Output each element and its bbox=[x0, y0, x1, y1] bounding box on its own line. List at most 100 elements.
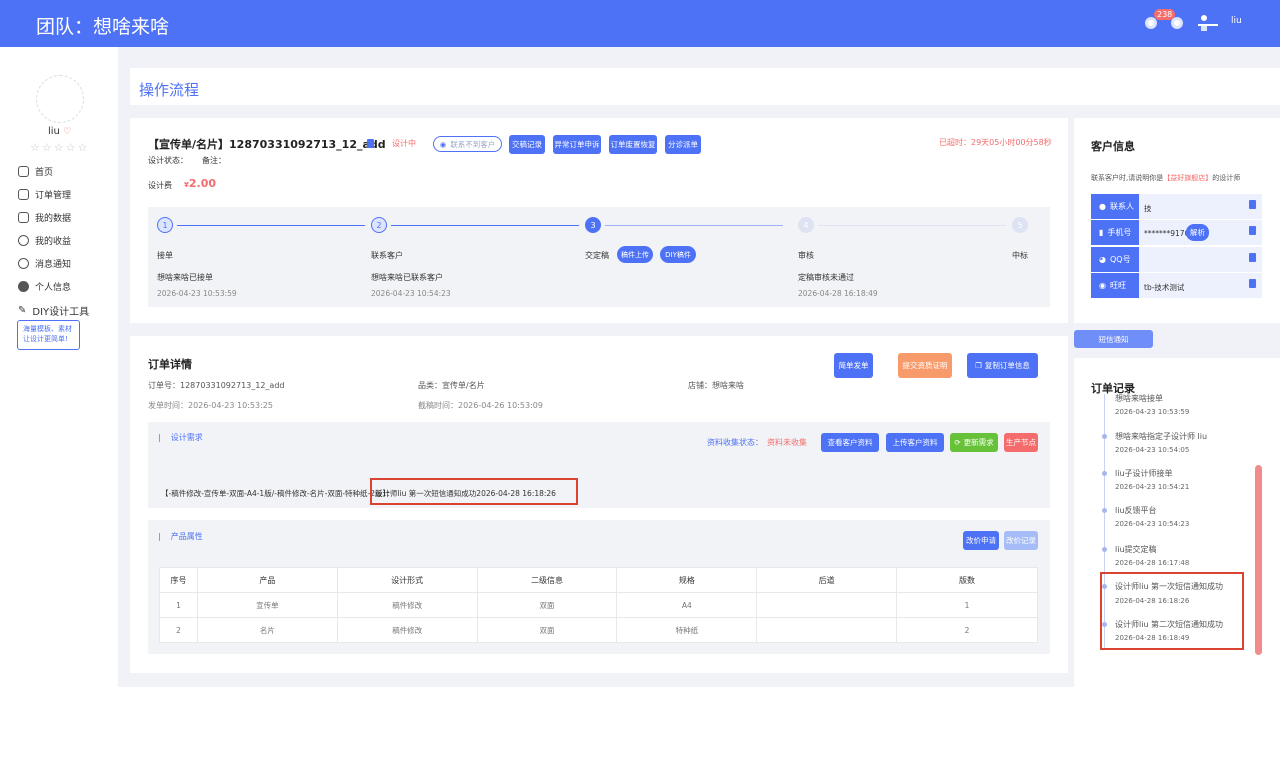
dispatch-button[interactable]: 分诊派单 bbox=[665, 135, 701, 154]
copy-doc-icon[interactable] bbox=[1249, 226, 1256, 235]
header-username[interactable]: liu bbox=[1231, 16, 1242, 26]
table-row: 2 名片 稿件修改 双面 特种纸 2 bbox=[159, 617, 1038, 643]
record-item: liu子设计师接单 bbox=[1115, 469, 1173, 478]
customer-info-title: 客户信息 bbox=[1091, 140, 1135, 153]
wangwang-value: tb-技术测试 bbox=[1144, 283, 1185, 292]
contact-fail-button[interactable]: ◉ 联系不到客户 bbox=[433, 136, 502, 152]
copy-doc-icon[interactable] bbox=[367, 139, 374, 148]
order-detail-title: 订单详情 bbox=[148, 358, 192, 371]
sidebar-item-orders[interactable]: 订单管理 bbox=[18, 188, 71, 201]
page-title: 操作流程 bbox=[139, 81, 200, 99]
step-1-name: 接单 bbox=[157, 251, 173, 260]
timeline-dot bbox=[1102, 434, 1107, 439]
step-1-circle: 1 bbox=[157, 217, 173, 233]
record-time: 2026-04-28 16:17:48 bbox=[1115, 559, 1190, 567]
sidebar-item-messages[interactable]: 消息通知 bbox=[18, 257, 71, 270]
sidebar-item-data[interactable]: 我的数据 bbox=[18, 211, 71, 224]
user-avatar-icon[interactable] bbox=[1196, 12, 1220, 32]
product-attr-title: | 产品属性 bbox=[158, 532, 203, 541]
diy-draft-button[interactable]: DIY稿件 bbox=[660, 246, 696, 263]
top-header: 团队：想啥来啥 238 liu bbox=[0, 0, 1280, 47]
avatar[interactable] bbox=[36, 75, 84, 123]
copy-doc-icon[interactable] bbox=[1249, 279, 1256, 288]
sidebar-item-diy[interactable]: ✎ DIY设计工具 bbox=[18, 303, 89, 318]
order-restore-button[interactable]: 订单废置恢复 bbox=[609, 135, 657, 154]
timeline-dot bbox=[1102, 547, 1107, 552]
step-line bbox=[177, 225, 365, 226]
step-4-name: 审核 bbox=[798, 251, 814, 260]
copy-order-info-button[interactable]: ❐ 复制订单信息 bbox=[967, 353, 1038, 378]
detail-deadline: 截稿时间：2026-04-26 10:53:09 bbox=[418, 401, 543, 410]
upload-draft-button[interactable]: 稿件上传 bbox=[617, 246, 653, 263]
sidebar-item-income[interactable]: 我的收益 bbox=[18, 234, 71, 247]
collect-status-label: 资料收集状态： bbox=[707, 438, 763, 447]
sidebar-item-home[interactable]: 首页 bbox=[18, 165, 53, 178]
diy-tip-box[interactable]: 海量模板、素材让设计更简单! bbox=[17, 320, 80, 350]
upload-customer-data-button[interactable]: 上传客户资料 bbox=[886, 433, 944, 452]
step-3-circle: 3 bbox=[585, 217, 601, 233]
step-line bbox=[391, 225, 579, 226]
order-icon bbox=[18, 189, 29, 200]
contact-value: 技 bbox=[1144, 204, 1152, 213]
record-item: liu提交定稿 bbox=[1115, 545, 1157, 554]
step-2-name: 联系客户 bbox=[371, 251, 403, 260]
monitor-icon bbox=[18, 212, 29, 223]
refresh-icon: ⟳ bbox=[954, 438, 961, 447]
design-req-content: 【-稿件修改-宣传单-双面-A4-1版/-稿件修改-名片-双面-特种纸-2版】： bbox=[161, 489, 394, 498]
detail-post-time: 发单时间：2026-04-23 10:53:25 bbox=[148, 401, 273, 410]
order-heading: 【宣传单/名片】12870331092713_12_add bbox=[148, 138, 386, 151]
wangwang-icon: ◉ bbox=[1099, 281, 1106, 290]
step-2-time: 2026-04-23 10:54:23 bbox=[371, 289, 451, 298]
design-status-label: 设计状态： bbox=[148, 156, 188, 165]
records-highlight-box bbox=[1100, 572, 1244, 650]
sidebar-item-profile[interactable]: 个人信息 bbox=[18, 280, 71, 293]
decode-phone-button[interactable]: 解析 bbox=[1186, 224, 1209, 241]
person-icon: ● bbox=[1099, 202, 1106, 211]
phone-label: ▮ 手机号 bbox=[1091, 220, 1139, 245]
step-5-name: 中标 bbox=[1012, 251, 1028, 260]
copy-doc-icon[interactable] bbox=[1249, 200, 1256, 209]
step-1-time: 2026-04-23 10:53:59 bbox=[157, 289, 237, 298]
customer-note: 联系客户时,请说明你是【益好旗舰店】的设计师 bbox=[1091, 174, 1241, 182]
price-change-record-button[interactable]: 改价记录 bbox=[1004, 531, 1038, 550]
price-change-request-button[interactable]: 改价申请 bbox=[963, 531, 999, 550]
sms-notify-button[interactable]: 短信通知 bbox=[1074, 330, 1153, 348]
remark-label: 备注： bbox=[202, 156, 226, 165]
phone-icon: ◉ bbox=[439, 139, 447, 149]
overdue-timer: 已超时：29天05小时00分58秒 bbox=[939, 138, 1052, 147]
view-customer-data-button[interactable]: 查看客户资料 bbox=[821, 433, 879, 452]
records-scrollbar[interactable] bbox=[1255, 465, 1262, 655]
mobile-icon: ▮ bbox=[1099, 228, 1104, 237]
abnormal-appeal-button[interactable]: 异常订单申诉 bbox=[553, 135, 601, 154]
product-table: 序号 产品 设计形式 二级信息 规格 后道 版数 1 宣传单 稿件修改 双面 A4 1 2… bbox=[159, 567, 1038, 643]
production-node-button[interactable]: 生产节点 bbox=[1004, 433, 1038, 452]
copy-doc-icon[interactable] bbox=[1249, 253, 1256, 262]
submission-record-button[interactable]: 交稿记录 bbox=[509, 135, 545, 154]
update-requirement-button[interactable]: ⟳ 更新需求 bbox=[950, 433, 998, 452]
chat-icon bbox=[18, 258, 29, 269]
message-icon[interactable] bbox=[1171, 17, 1183, 29]
qq-icon: ◕ bbox=[1099, 255, 1106, 264]
record-time: 2026-04-23 10:53:59 bbox=[1115, 408, 1190, 416]
detail-shop: 店铺：想啥来啥 bbox=[688, 381, 744, 390]
record-time: 2026-04-23 10:54:23 bbox=[1115, 520, 1190, 528]
detail-order-no: 订单号：12870331092713_12_add bbox=[148, 381, 285, 390]
step-4-desc: 定稿审核未通过 bbox=[798, 273, 854, 282]
step-line bbox=[605, 225, 783, 226]
step-4-circle: 4 bbox=[798, 217, 814, 233]
page-title-card bbox=[130, 68, 1280, 105]
timeline-dot bbox=[1102, 471, 1107, 476]
sms-notice-highlight: 设计师liu 第一次短信通知成功2026-04-28 16:18:26 bbox=[370, 478, 578, 505]
step-5-circle: 5 bbox=[1012, 217, 1028, 233]
fee-label: 设计费 bbox=[148, 181, 172, 190]
simple-post-button[interactable]: 简单发单 bbox=[834, 353, 873, 378]
submit-qualification-button[interactable]: 提交资质证明 bbox=[898, 353, 952, 378]
detail-category: 品类：宣传单/名片 bbox=[418, 381, 485, 390]
wangwang-label: ◉ 旺旺 bbox=[1091, 273, 1139, 298]
sidebar: liu ♡ ☆☆☆☆☆ 首页 订单管理 我的数据 我的收益 消息通知 个人信息 … bbox=[0, 47, 118, 769]
heart-icon: ♡ bbox=[63, 127, 72, 137]
fee-value: ¥2.00 bbox=[184, 177, 217, 190]
copy-icon: ❐ bbox=[975, 361, 982, 370]
collect-status-value: 资料未收集 bbox=[767, 438, 807, 447]
qq-label: ◕ QQ号 bbox=[1091, 247, 1139, 272]
